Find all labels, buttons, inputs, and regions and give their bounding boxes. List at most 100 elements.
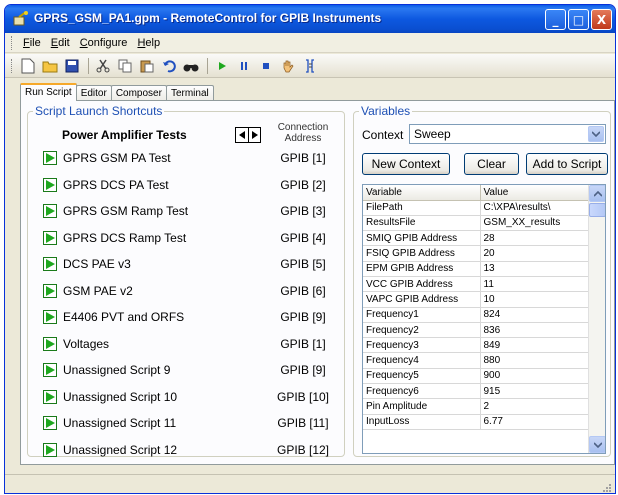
open-folder-icon <box>42 61 58 72</box>
run-script-button[interactable] <box>43 257 57 271</box>
variable-name-cell[interactable]: FSIQ GPIB Address <box>363 245 481 262</box>
copy-button[interactable] <box>115 56 135 76</box>
variable-value-cell[interactable]: 20 <box>480 245 589 262</box>
variable-value-cell[interactable]: 880 <box>480 352 589 369</box>
run-script-button[interactable] <box>43 204 57 218</box>
paste-button[interactable] <box>137 56 157 76</box>
hand-button[interactable] <box>278 56 298 76</box>
variable-value-cell[interactable]: GSM_XX_results <box>480 215 589 232</box>
table-row[interactable]: FSIQ GPIB Address 20 <box>363 245 589 262</box>
pause-button[interactable] <box>234 56 254 76</box>
table-row[interactable]: EPM GPIB Address 13 <box>363 261 589 277</box>
tab-run-script[interactable]: Run Script <box>20 83 77 101</box>
tab-composer[interactable]: Composer <box>110 85 167 101</box>
scroll-thumb[interactable] <box>589 203 605 217</box>
table-row[interactable]: Pin Amplitude 2 <box>363 398 589 415</box>
variable-value-cell[interactable]: 2 <box>480 398 589 415</box>
variable-name-cell[interactable]: VCC GPIB Address <box>363 276 481 293</box>
run-script-button[interactable] <box>43 416 57 430</box>
variable-name-cell[interactable]: Frequency3 <box>363 337 481 354</box>
variable-name-cell[interactable]: Frequency6 <box>363 383 481 400</box>
variable-name-cell[interactable]: FilePath <box>363 200 481 216</box>
menu-file[interactable]: File <box>18 37 46 49</box>
context-dropdown-button[interactable] <box>588 126 604 142</box>
variable-value-cell[interactable]: 10 <box>480 291 589 308</box>
new-file-button[interactable] <box>18 56 38 76</box>
value-column-header[interactable]: Value <box>480 185 589 201</box>
variable-name-cell[interactable]: ResultsFile <box>363 215 481 232</box>
variable-value-cell[interactable]: 28 <box>480 230 589 247</box>
scroll-up-button[interactable] <box>589 185 605 202</box>
minimize-button[interactable]: _ <box>545 9 566 30</box>
resize-grip-icon[interactable] <box>601 482 611 492</box>
menu-configure[interactable]: Configure <box>75 37 133 49</box>
tab-editor[interactable]: Editor <box>75 85 112 101</box>
variable-column-header[interactable]: Variable <box>363 185 481 201</box>
script-address: GPIB [4] <box>280 230 326 245</box>
table-row[interactable]: Frequency6 915 <box>363 383 589 400</box>
table-row[interactable]: Frequency4 880 <box>363 352 589 369</box>
table-row[interactable]: Frequency3 849 <box>363 337 589 354</box>
table-row[interactable]: SMIQ GPIB Address 28 <box>363 230 589 247</box>
table-row[interactable]: FilePath C:\XPA\results\ <box>363 200 589 216</box>
maximize-button[interactable]: □ <box>568 9 589 30</box>
variable-name-cell[interactable]: VAPC GPIB Address <box>363 291 481 308</box>
save-button[interactable] <box>62 56 82 76</box>
run-button[interactable] <box>212 56 232 76</box>
table-row[interactable]: Frequency5 900 <box>363 368 589 385</box>
run-script-button[interactable] <box>43 151 57 165</box>
table-row[interactable]: InputLoss 6.77 <box>363 414 589 430</box>
variable-name-cell[interactable]: EPM GPIB Address <box>363 261 481 277</box>
stop-button[interactable] <box>256 56 276 76</box>
run-script-button[interactable] <box>43 389 57 404</box>
variable-name-cell[interactable]: Pin Amplitude <box>363 398 481 415</box>
menu-edit[interactable]: Edit <box>46 37 75 49</box>
variables-scrollbar[interactable] <box>588 185 605 453</box>
next-section-button[interactable] <box>248 128 260 142</box>
table-row[interactable]: Frequency1 824 <box>363 307 589 323</box>
variable-name-cell[interactable]: Frequency2 <box>363 322 481 339</box>
run-script-button[interactable] <box>43 177 57 192</box>
variable-name-cell[interactable]: Frequency5 <box>363 368 481 385</box>
variable-name-cell[interactable]: SMIQ GPIB Address <box>363 230 481 247</box>
run-script-button[interactable] <box>43 310 57 324</box>
variable-name-cell[interactable]: Frequency4 <box>363 352 481 369</box>
variables-grid[interactable]: Variable Value FilePath C:\XPA\results\ Re… <box>362 184 606 454</box>
table-row[interactable]: VAPC GPIB Address 10 <box>363 291 589 308</box>
run-script-button[interactable] <box>43 442 57 457</box>
run-script-button[interactable] <box>43 363 57 377</box>
menu-help[interactable]: Help <box>132 37 165 49</box>
variable-name-cell[interactable]: Frequency1 <box>363 307 481 323</box>
variable-value-cell[interactable]: 824 <box>480 307 589 323</box>
title-bar[interactable]: GPRS_GSM_PA1.gpm - RemoteControl for GPI… <box>5 5 615 33</box>
variable-value-cell[interactable]: 849 <box>480 337 589 354</box>
table-row[interactable]: Frequency2 836 <box>363 322 589 339</box>
cut-button[interactable] <box>93 56 113 76</box>
find-button[interactable] <box>181 56 201 76</box>
variable-value-cell[interactable]: 6.77 <box>480 414 589 430</box>
scroll-down-button[interactable] <box>589 436 605 453</box>
prev-section-button[interactable] <box>236 128 248 142</box>
context-select[interactable]: Sweep <box>409 124 606 144</box>
undo-button[interactable] <box>159 56 179 76</box>
tab-terminal[interactable]: Terminal <box>165 85 214 101</box>
clear-button[interactable]: Clear <box>464 153 519 175</box>
variable-name-cell[interactable]: InputLoss <box>363 414 481 430</box>
variable-value-cell[interactable]: 900 <box>480 368 589 385</box>
open-button[interactable] <box>40 56 60 76</box>
new-context-button[interactable]: New Context <box>362 153 450 175</box>
insert-button[interactable] <box>300 56 320 76</box>
run-script-button[interactable] <box>43 336 57 351</box>
close-button[interactable]: X <box>591 9 612 30</box>
variable-value-cell[interactable]: 13 <box>480 261 589 277</box>
save-icon <box>65 59 79 72</box>
run-script-button[interactable] <box>43 230 57 245</box>
table-row[interactable]: ResultsFile GSM_XX_results <box>363 215 589 232</box>
run-script-button[interactable] <box>43 283 57 298</box>
variable-value-cell[interactable]: 11 <box>480 276 589 293</box>
variable-value-cell[interactable]: 915 <box>480 383 589 400</box>
add-to-script-button[interactable]: Add to Script <box>526 153 608 175</box>
variable-value-cell[interactable]: 836 <box>480 322 589 339</box>
table-row[interactable]: VCC GPIB Address 11 <box>363 276 589 293</box>
variable-value-cell[interactable]: C:\XPA\results\ <box>480 200 589 216</box>
